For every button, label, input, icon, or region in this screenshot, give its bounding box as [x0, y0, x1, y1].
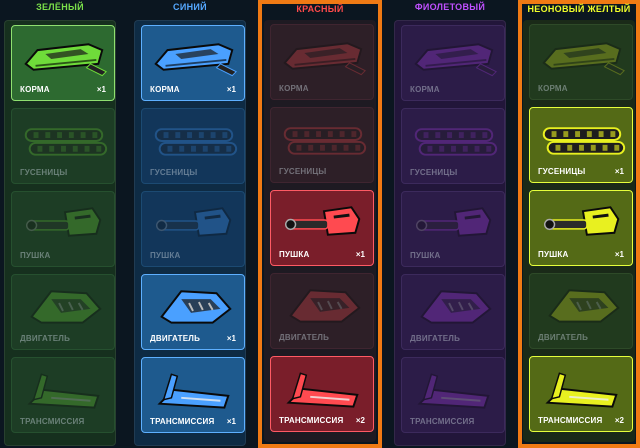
part-label: ГУСЕНИЦЫ [279, 167, 327, 176]
transmission-icon [142, 360, 244, 416]
part-card-engine[interactable]: ДВИГАТЕЛЬ [11, 274, 115, 350]
part-card-tracks[interactable]: ГУСЕНИЦЫ [401, 108, 505, 184]
part-count: ×1 [226, 334, 236, 343]
part-card-engine[interactable]: ДВИГАТЕЛЬ [270, 273, 374, 349]
part-card-hull[interactable]: КОРМА [401, 25, 505, 101]
part-label: КОРМА [538, 84, 568, 93]
part-card-cannon[interactable]: ПУШКА ×1 [529, 190, 633, 266]
part-label: ДВИГАТЕЛЬ [410, 334, 461, 343]
cannon-icon [142, 194, 244, 250]
part-card-transmission[interactable]: ТРАНСМИССИЯ [11, 357, 115, 433]
column-red: КРАСНЫЙ КОРМА ГУСЕНИЦЫ ПУШКА ×1 ДВИГАТЕЛЬ… [258, 0, 382, 448]
column-title: ФИОЛЕТОВЫЙ [414, 2, 486, 12]
part-label: ТРАНСМИССИЯ [279, 416, 344, 425]
column-blue: СИНИЙ КОРМА ×1 ГУСЕНИЦЫ ПУШКА ДВИГАТЕЛЬ ×1… [132, 0, 248, 448]
part-count: ×1 [226, 417, 236, 426]
part-card-tracks[interactable]: ГУСЕНИЦЫ [11, 108, 115, 184]
part-card-tracks[interactable]: ГУСЕНИЦЫ [141, 108, 245, 184]
part-card-hull[interactable]: КОРМА ×1 [11, 25, 115, 101]
column-body: КОРМА ГУСЕНИЦЫ ПУШКА ДВИГАТЕЛЬ ТРАНСМИСС… [394, 20, 506, 446]
part-label: ПУШКА [410, 251, 441, 260]
transmission-icon [402, 360, 504, 416]
part-label: ТРАНСМИССИЯ [20, 417, 85, 426]
column-title: СИНИЙ [173, 2, 207, 12]
tracks-icon [12, 111, 114, 167]
part-label: КОРМА [410, 85, 440, 94]
tracks-icon [402, 111, 504, 167]
column-green: ЗЕЛЁНЫЙ КОРМА ×1 ГУСЕНИЦЫ ПУШКА ДВИГАТЕЛЬ… [2, 0, 118, 448]
column-title: ЗЕЛЁНЫЙ [36, 2, 84, 12]
part-card-cannon[interactable]: ПУШКА [141, 191, 245, 267]
part-count: ×2 [614, 416, 624, 425]
transmission-icon [271, 359, 373, 415]
part-label: ДВИГАТЕЛЬ [538, 333, 589, 342]
hull-icon [402, 28, 504, 84]
part-card-cannon[interactable]: ПУШКА ×1 [270, 190, 374, 266]
cannon-icon [402, 194, 504, 250]
part-card-transmission[interactable]: ТРАНСМИССИЯ [401, 357, 505, 433]
tracks-icon [142, 111, 244, 167]
engine-icon [142, 277, 244, 333]
part-card-tracks[interactable]: ГУСЕНИЦЫ [270, 107, 374, 183]
part-card-engine[interactable]: ДВИГАТЕЛЬ [401, 274, 505, 350]
part-label: ПУШКА [538, 250, 569, 259]
part-label: КОРМА [20, 85, 50, 94]
cannon-icon [271, 193, 373, 249]
column-body: КОРМА ГУСЕНИЦЫ ПУШКА ×1 ДВИГАТЕЛЬ ТРАНСМИ… [264, 20, 376, 442]
tracks-icon [530, 110, 632, 166]
part-card-transmission[interactable]: ТРАНСМИССИЯ ×1 [141, 357, 245, 433]
column-neon-yellow: НЕОНОВЫЙ ЖЕЛТЫЙ КОРМА ГУСЕНИЦЫ ×1 ПУШКА ×1… [518, 0, 640, 448]
column-title: НЕОНОВЫЙ ЖЕЛТЫЙ [527, 4, 631, 14]
part-count: ×1 [355, 250, 365, 259]
part-label: ГУСЕНИЦЫ [410, 168, 458, 177]
part-label: ГУСЕНИЦЫ [538, 167, 586, 176]
part-card-transmission[interactable]: ТРАНСМИССИЯ ×2 [529, 356, 633, 432]
part-label: ГУСЕНИЦЫ [150, 168, 198, 177]
part-label: КОРМА [279, 84, 309, 93]
hull-icon [271, 27, 373, 83]
part-card-hull[interactable]: КОРМА [270, 24, 374, 100]
cannon-icon [12, 194, 114, 250]
part-card-engine[interactable]: ДВИГАТЕЛЬ ×1 [141, 274, 245, 350]
hull-icon [12, 28, 114, 84]
part-label: ТРАНСМИССИЯ [150, 417, 215, 426]
engine-icon [271, 276, 373, 332]
part-count: ×1 [96, 85, 106, 94]
tracks-icon [271, 110, 373, 166]
part-card-tracks[interactable]: ГУСЕНИЦЫ ×1 [529, 107, 633, 183]
column-body: КОРМА ГУСЕНИЦЫ ×1 ПУШКА ×1 ДВИГАТЕЛЬ ТРАНС… [523, 20, 635, 442]
column-body: КОРМА ×1 ГУСЕНИЦЫ ПУШКА ДВИГАТЕЛЬ ТРАНСМИ… [4, 20, 116, 446]
engine-icon [402, 277, 504, 333]
part-label: ДВИГАТЕЛЬ [279, 333, 330, 342]
part-label: КОРМА [150, 85, 180, 94]
part-card-hull[interactable]: КОРМА [529, 24, 633, 100]
part-count: ×1 [226, 85, 236, 94]
engine-icon [12, 277, 114, 333]
part-label: ДВИГАТЕЛЬ [150, 334, 201, 343]
part-label: ГУСЕНИЦЫ [20, 168, 68, 177]
transmission-icon [530, 359, 632, 415]
transmission-icon [12, 360, 114, 416]
column-body: КОРМА ×1 ГУСЕНИЦЫ ПУШКА ДВИГАТЕЛЬ ×1 ТРАНС… [134, 20, 246, 446]
part-count: ×2 [355, 416, 365, 425]
cannon-icon [530, 193, 632, 249]
part-card-hull[interactable]: КОРМА ×1 [141, 25, 245, 101]
hull-icon [530, 27, 632, 83]
column-purple: ФИОЛЕТОВЫЙ КОРМА ГУСЕНИЦЫ ПУШКА ДВИГАТЕЛ… [392, 0, 508, 448]
part-label: ТРАНСМИССИЯ [410, 417, 475, 426]
hull-icon [142, 28, 244, 84]
part-label: ПУШКА [20, 251, 51, 260]
part-card-cannon[interactable]: ПУШКА [401, 191, 505, 267]
part-card-transmission[interactable]: ТРАНСМИССИЯ ×2 [270, 356, 374, 432]
part-count: ×1 [614, 250, 624, 259]
column-title: КРАСНЫЙ [296, 4, 344, 14]
part-label: ТРАНСМИССИЯ [538, 416, 603, 425]
part-count: ×1 [614, 167, 624, 176]
part-card-cannon[interactable]: ПУШКА [11, 191, 115, 267]
part-label: ДВИГАТЕЛЬ [20, 334, 71, 343]
engine-icon [530, 276, 632, 332]
part-card-engine[interactable]: ДВИГАТЕЛЬ [529, 273, 633, 349]
part-label: ПУШКА [279, 250, 310, 259]
part-label: ПУШКА [150, 251, 181, 260]
